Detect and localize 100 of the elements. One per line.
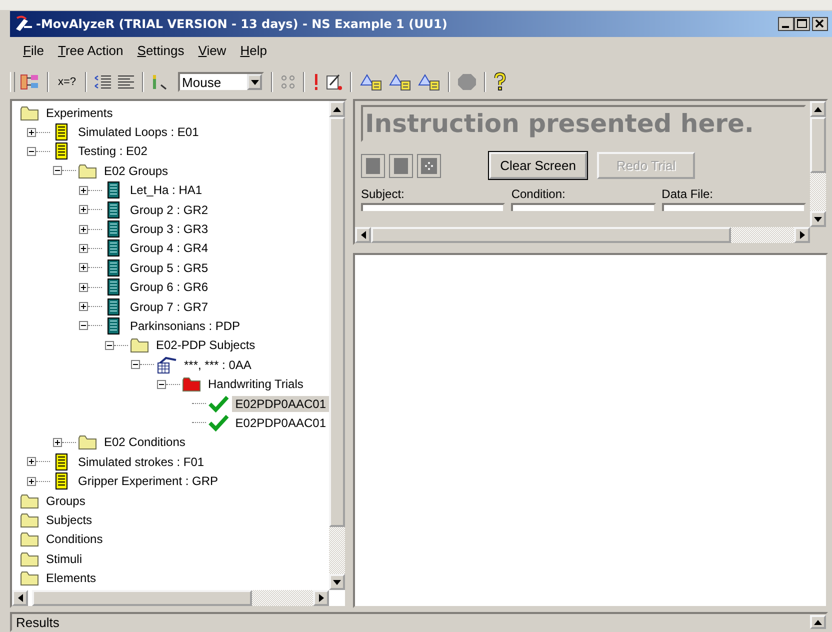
input-field[interactable] xyxy=(662,203,806,211)
scrollbar-thumb[interactable] xyxy=(371,227,731,243)
input-field[interactable] xyxy=(361,203,506,211)
tree-item[interactable]: Let_Ha : HA1 xyxy=(127,182,206,198)
edit-document-icon[interactable] xyxy=(325,73,344,91)
tree-item[interactable]: Testing : E02 xyxy=(75,143,150,160)
scrollbar-thumb[interactable] xyxy=(810,117,826,173)
expand-icon[interactable] xyxy=(27,476,36,486)
expand-icon[interactable] xyxy=(79,186,88,195)
tree-item[interactable]: Group 3 : GR3 xyxy=(127,221,212,238)
scroll-down-icon[interactable] xyxy=(814,216,822,222)
minimize-icon[interactable] xyxy=(778,17,794,31)
action-button[interactable]: Clear Screen xyxy=(489,152,587,179)
scroll-left-icon[interactable] xyxy=(18,594,22,602)
tree-item[interactable]: Elements xyxy=(43,570,100,586)
help-icon[interactable] xyxy=(493,72,508,92)
collapse-icon[interactable] xyxy=(53,166,62,176)
maximize-icon[interactable] xyxy=(794,17,810,31)
tree-item[interactable]: Experiments xyxy=(43,104,116,121)
menu-item[interactable]: View xyxy=(191,42,234,58)
tree-item[interactable]: Groups xyxy=(43,492,88,508)
expand-icon[interactable] xyxy=(27,457,36,466)
dots-icon[interactable] xyxy=(280,74,296,90)
tree-item[interactable]: E02PDP0AAC01 xyxy=(232,396,329,412)
field-label: Condition: xyxy=(511,187,566,203)
menu-item[interactable]: Tree Action xyxy=(50,42,130,58)
expand-icon[interactable] xyxy=(79,263,88,272)
exclamation-icon[interactable] xyxy=(312,73,320,91)
folder-icon xyxy=(78,162,98,179)
app-logo-icon xyxy=(14,15,34,33)
expand-icon[interactable] xyxy=(79,282,88,292)
tree-item[interactable]: Stimuli xyxy=(43,550,86,567)
vertical-scrollbar[interactable] xyxy=(329,101,345,590)
collapse-icon[interactable] xyxy=(27,146,36,156)
input-field[interactable] xyxy=(511,203,656,211)
tree-item[interactable]: E02-PDP Subjects xyxy=(153,337,258,354)
folder-icon xyxy=(20,550,40,567)
tree-item[interactable]: Parkinsonians : PDP xyxy=(127,318,244,334)
tree-icon[interactable] xyxy=(20,73,40,91)
expand-icon[interactable] xyxy=(53,438,62,447)
tree-item[interactable]: Group 4 : GR4 xyxy=(127,240,212,256)
tree-item[interactable]: Group 5 : GR5 xyxy=(127,260,212,276)
tree-item[interactable]: Group 7 : GR7 xyxy=(127,298,212,315)
expand-icon[interactable] xyxy=(79,224,88,234)
field-label: Data File: xyxy=(662,187,714,203)
checkmark-icon xyxy=(208,414,230,432)
scroll-down-icon[interactable] xyxy=(333,580,341,584)
tree-item[interactable]: E02 Groups xyxy=(101,162,172,179)
caret-icon xyxy=(250,80,259,84)
tree-item[interactable]: Simulated Loops : E01 xyxy=(75,124,202,140)
expand-icon[interactable] xyxy=(79,205,88,214)
vertical-scrollbar[interactable] xyxy=(810,101,826,227)
folder-icon xyxy=(182,376,202,392)
input-device-dropdown[interactable]: Mouse xyxy=(178,72,264,92)
scrollbar-thumb[interactable] xyxy=(32,590,252,606)
collapse-icon[interactable] xyxy=(157,380,166,389)
tree-item[interactable]: Gripper Experiment : GRP xyxy=(75,473,222,490)
scrollbar-thumb[interactable] xyxy=(329,117,345,527)
folder-icon xyxy=(130,337,150,354)
menu-item[interactable]: Settings xyxy=(130,42,192,58)
tree-item[interactable]: Conditions xyxy=(43,531,106,548)
dice-button-icon[interactable] xyxy=(417,154,441,178)
align-left-icon[interactable] xyxy=(117,74,136,90)
close-icon[interactable] xyxy=(812,17,828,31)
expand-icon[interactable] xyxy=(79,302,88,312)
expand-icon[interactable] xyxy=(27,128,36,137)
scroll-up-icon[interactable] xyxy=(814,106,822,112)
tree-item[interactable]: ***, *** : 0AA xyxy=(181,356,254,373)
menu-item[interactable]: File xyxy=(16,42,51,58)
formula-button[interactable]: x=? xyxy=(56,76,78,88)
folder-icon xyxy=(20,492,40,508)
folder-icon xyxy=(78,434,98,450)
menu-item[interactable]: Help xyxy=(233,42,274,58)
folder-icon xyxy=(20,512,40,528)
collapse-icon[interactable] xyxy=(105,340,114,350)
tree-item[interactable]: Handwriting Trials xyxy=(205,376,306,392)
tree-item[interactable]: Simulated strokes : F01 xyxy=(75,454,208,470)
checkmark-icon xyxy=(208,394,230,413)
tree-item[interactable]: E02PDP0AAC01 xyxy=(232,414,329,431)
calendar-icon xyxy=(156,356,178,374)
square-button-icon[interactable] xyxy=(389,154,413,178)
collapse-icon[interactable] xyxy=(131,360,140,370)
scroll-up-icon[interactable] xyxy=(333,106,341,112)
tree-item[interactable]: Group 6 : GR6 xyxy=(127,279,212,296)
scroll-right-icon[interactable] xyxy=(800,231,804,239)
square-button-icon[interactable] xyxy=(361,154,385,178)
tree-item[interactable]: Subjects xyxy=(43,512,96,528)
folder-icon xyxy=(20,531,40,548)
scroll-left-icon[interactable] xyxy=(360,231,366,239)
tree-item[interactable]: E02 Conditions xyxy=(101,434,188,450)
scroll-up-icon[interactable] xyxy=(814,620,822,624)
tree-item[interactable]: Group 2 : GR2 xyxy=(127,202,212,218)
indent-list-icon[interactable] xyxy=(94,74,112,90)
instruction-text: Instruction presented here. xyxy=(361,105,806,142)
field-label: Subject: xyxy=(361,187,406,203)
expand-icon[interactable] xyxy=(79,244,88,253)
horizontal-scrollbar[interactable] xyxy=(355,227,810,243)
collapse-icon[interactable] xyxy=(79,321,88,330)
folder-icon xyxy=(20,570,40,586)
scroll-right-icon[interactable] xyxy=(318,594,324,602)
